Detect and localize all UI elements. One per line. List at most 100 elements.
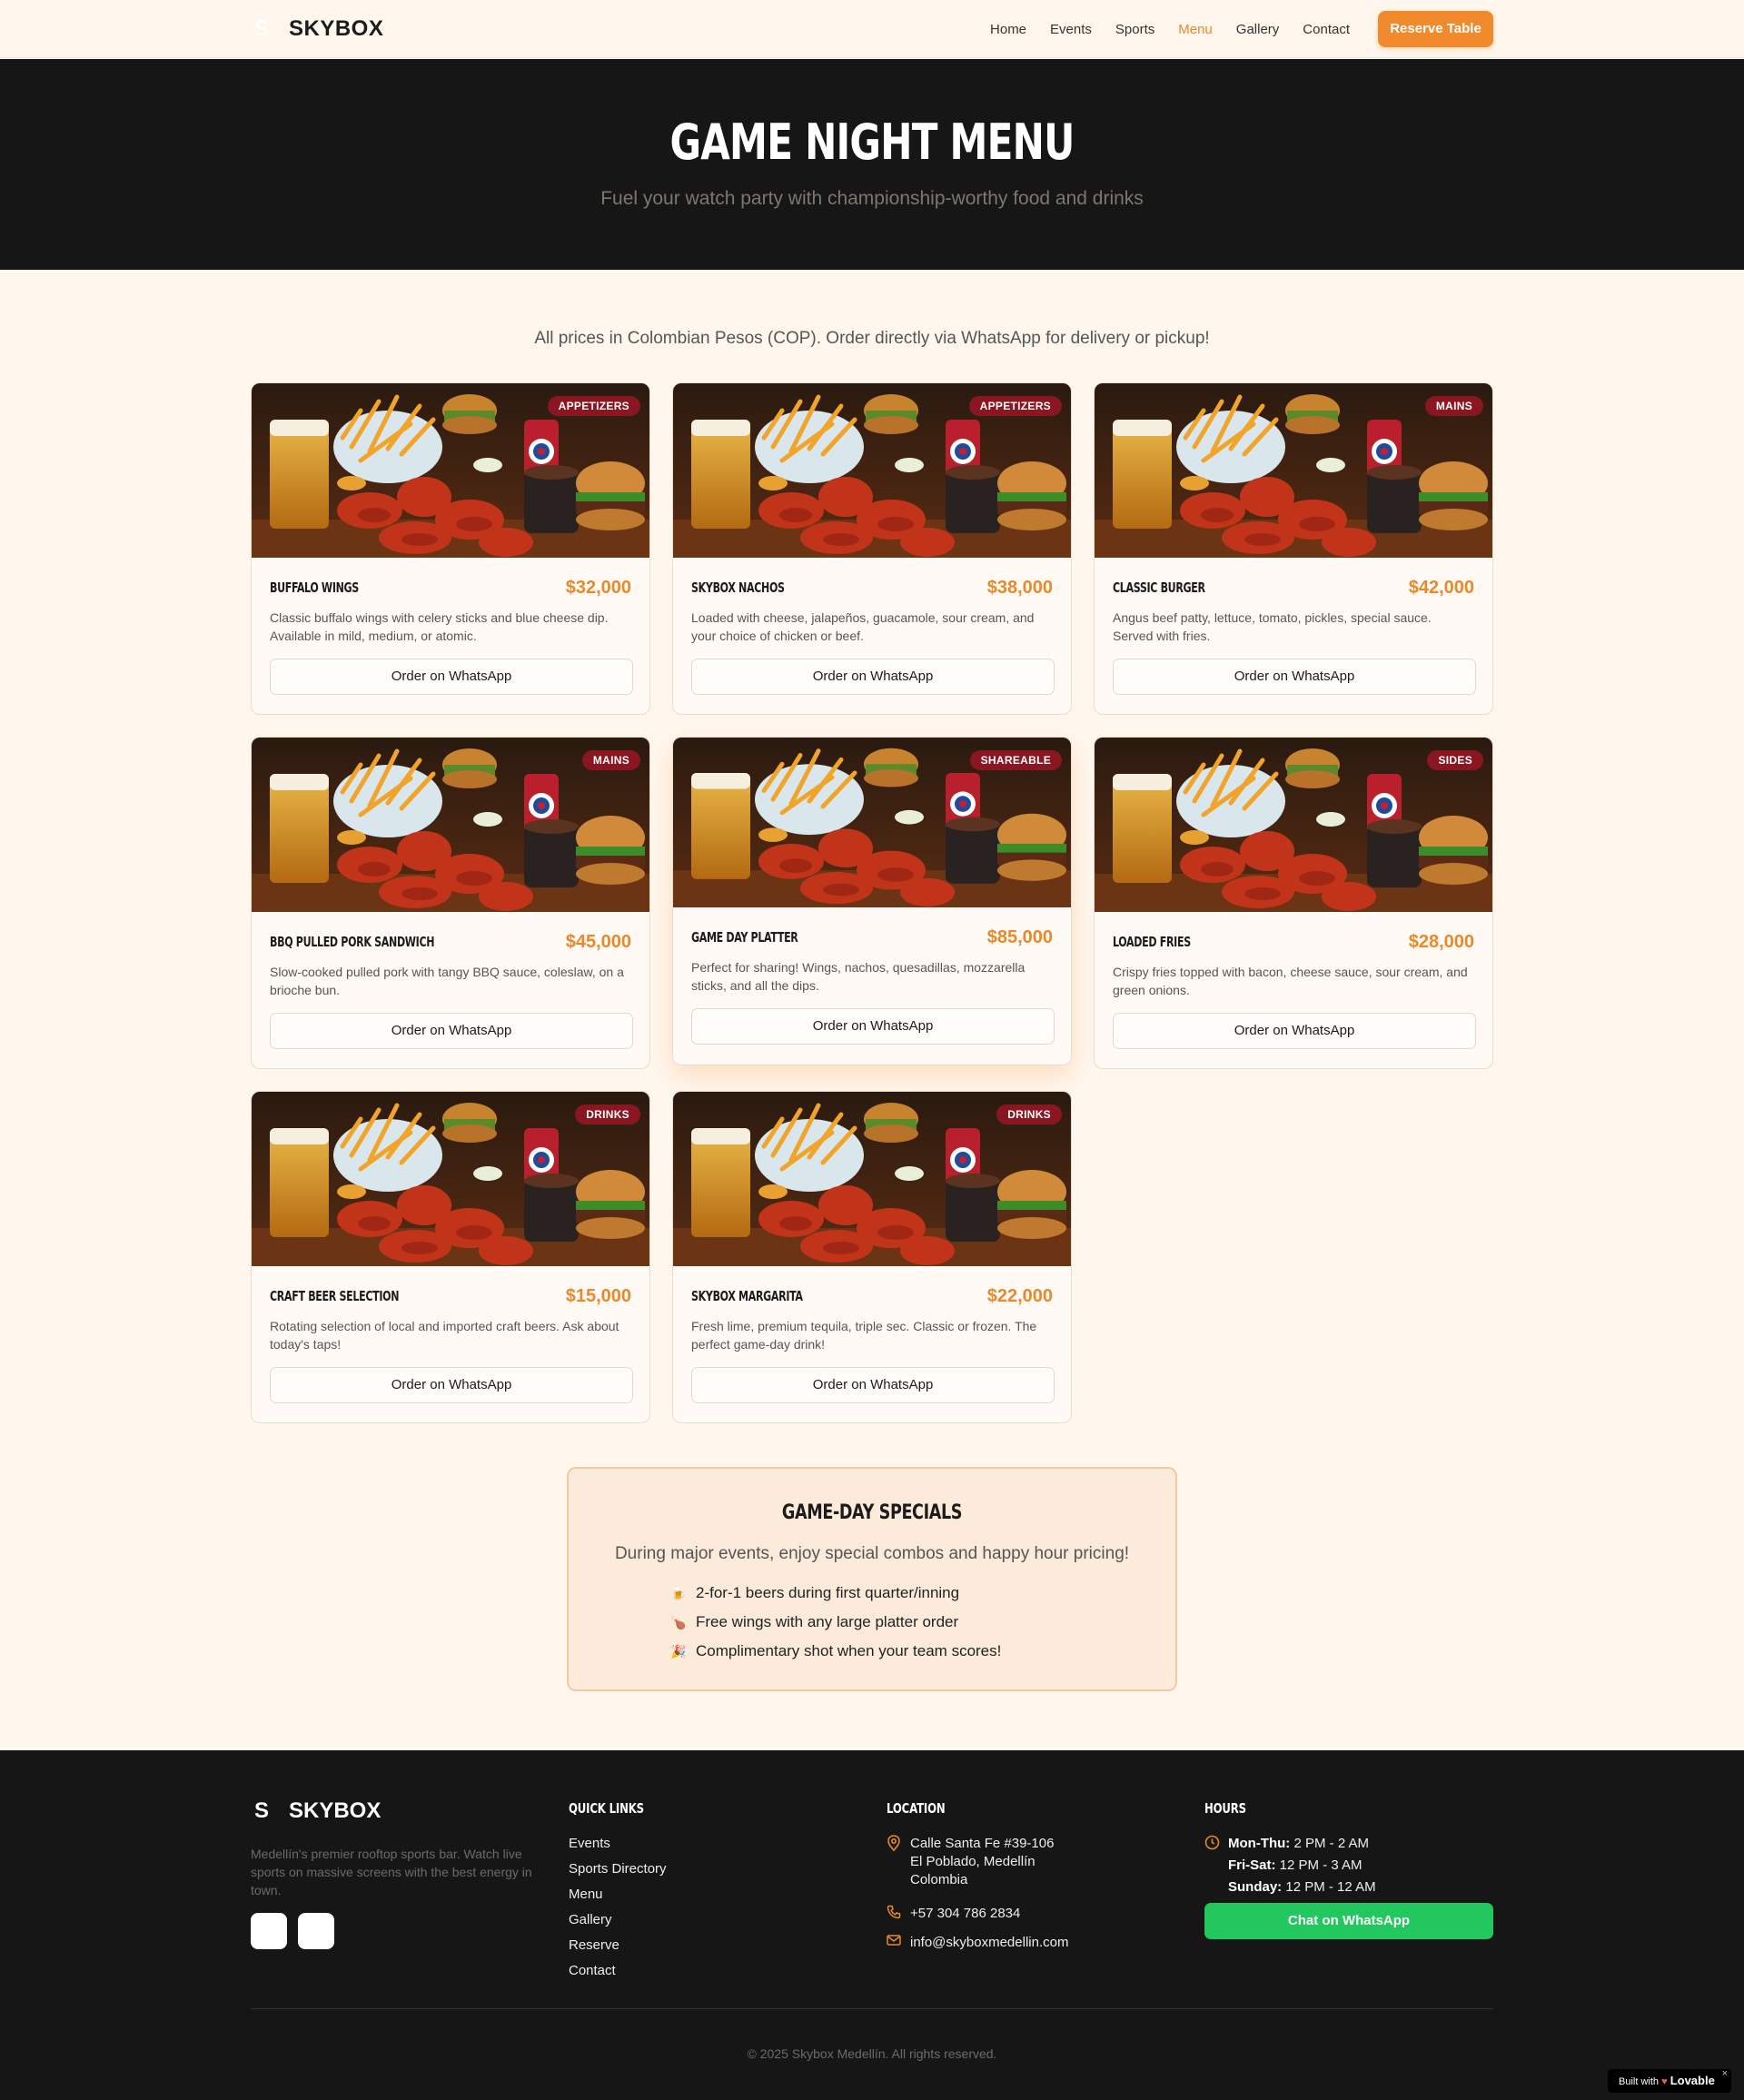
menu-card-image: MAINS: [1095, 383, 1492, 558]
menu-item-description: Angus beef patty, lettuce, tomato, pickl…: [1113, 610, 1432, 643]
hours-time: 12 PM - 3 AM: [1279, 1857, 1362, 1873]
menu-item-price: $85,000: [986, 926, 1053, 947]
hours-day: Sunday:: [1228, 1879, 1283, 1895]
menu-card-image: APPETIZERS: [673, 383, 1071, 558]
specials-title: GAME-DAY SPECIALS: [781, 1501, 963, 1524]
badge-brand: Lovable: [1670, 2074, 1715, 2087]
menu-card: MAINS BBQ PULLED PORK SANDWICH $45,000 S…: [251, 737, 650, 1069]
menu-item-price: $45,000: [565, 931, 631, 952]
page-subtitle: Fuel your watch party with championship-…: [600, 188, 1144, 209]
nav-link-home[interactable]: Home: [990, 22, 1026, 37]
menu-card-image: APPETIZERS: [252, 383, 649, 558]
hours-time: 12 PM - 12 AM: [1285, 1879, 1376, 1895]
order-whatsapp-button[interactable]: Order on WhatsApp: [1113, 659, 1476, 695]
category-badge: SIDES: [1427, 750, 1483, 770]
footer-brand-mark: S: [253, 1798, 269, 1823]
menu-card: SIDES LOADED FRIES $28,000 Crispy fries …: [1094, 737, 1493, 1069]
footer-brand-name: SKYBOX: [289, 1798, 382, 1823]
built-with-lovable-badge[interactable]: Built with ♥ Lovable ×: [1608, 2068, 1731, 2093]
clock-icon: [1204, 1835, 1221, 1898]
brand-name: SKYBOX: [289, 16, 384, 41]
nav-link-gallery[interactable]: Gallery: [1236, 22, 1280, 37]
quick-links: Events Sports Directory Menu Gallery Res…: [569, 1835, 667, 1987]
address-text: Calle Santa Fe #39-106 El Poblado, Medel…: [910, 1836, 1055, 1887]
order-whatsapp-button[interactable]: Order on WhatsApp: [691, 1367, 1055, 1403]
menu-item-price: $32,000: [565, 577, 631, 598]
menu-item-name: SKYBOX NACHOS: [691, 579, 785, 596]
order-whatsapp-button[interactable]: Order on WhatsApp: [270, 1367, 633, 1403]
phone-row[interactable]: +57 304 786 2834: [887, 1905, 1020, 1925]
specials-item: 🍗 Free wings with any large platter order: [670, 1608, 1175, 1637]
menu-item-name: GAME DAY PLATTER: [691, 929, 798, 946]
hours-title: HOURS: [1204, 1800, 1246, 1817]
email-text: info@skyboxmedellin.com: [910, 1935, 1069, 1950]
hours-row: Sunday: 12 PM - 12 AM: [1228, 1877, 1376, 1898]
footer-link-sports-directory[interactable]: Sports Directory: [569, 1860, 667, 1886]
menu-card: DRINKS SKYBOX MARGARITA $22,000 Fresh li…: [672, 1091, 1072, 1423]
quick-links-title: QUICK LINKS: [569, 1800, 644, 1817]
order-whatsapp-button[interactable]: Order on WhatsApp: [691, 659, 1055, 695]
menu-item-price: $42,000: [1408, 577, 1474, 598]
pricing-note: All prices in Colombian Pesos (COP). Ord…: [534, 329, 1210, 348]
drumstick-icon: 🍗: [670, 1615, 687, 1629]
menu-item-description: Crispy fries topped with bacon, cheese s…: [1113, 965, 1468, 997]
footer-link-events[interactable]: Events: [569, 1835, 667, 1860]
menu-item-price: $38,000: [986, 577, 1053, 598]
menu-card: DRINKS CRAFT BEER SELECTION $15,000 Rota…: [251, 1091, 650, 1423]
order-whatsapp-button[interactable]: Order on WhatsApp: [270, 1013, 633, 1049]
menu-item-name: SKYBOX MARGARITA: [691, 1288, 803, 1304]
category-badge: DRINKS: [996, 1104, 1062, 1124]
email-row[interactable]: info@skyboxmedellin.com: [887, 1934, 1068, 1952]
hours-row: Mon-Thu: 2 PM - 2 AM: [1228, 1833, 1376, 1855]
menu-item-description: Classic buffalo wings with celery sticks…: [270, 610, 609, 643]
location-title: LOCATION: [887, 1800, 946, 1817]
social-icon-instagram[interactable]: [251, 1913, 287, 1949]
badge-prefix: Built with: [1619, 2076, 1660, 2087]
menu-item-description: Slow-cooked pulled pork with tangy BBQ s…: [270, 965, 624, 997]
reserve-table-button[interactable]: Reserve Table: [1378, 11, 1493, 47]
nav-link-menu[interactable]: Menu: [1178, 22, 1213, 37]
social-icon-facebook[interactable]: [298, 1913, 334, 1949]
category-badge: APPETIZERS: [968, 396, 1062, 416]
close-icon[interactable]: ×: [1722, 2062, 1728, 2085]
brand-logo[interactable]: S SKYBOX: [251, 16, 383, 42]
menu-card-image: DRINKS: [673, 1092, 1071, 1266]
game-day-specials: GAME-DAY SPECIALS During major events, e…: [567, 1467, 1177, 1691]
map-pin-icon: [887, 1835, 903, 1889]
nav-link-events[interactable]: Events: [1050, 22, 1092, 37]
category-badge: APPETIZERS: [547, 396, 640, 416]
order-whatsapp-button[interactable]: Order on WhatsApp: [1113, 1013, 1476, 1049]
nav-link-contact[interactable]: Contact: [1303, 22, 1350, 37]
menu-item-description: Fresh lime, premium tequila, triple sec.…: [691, 1319, 1037, 1352]
chat-whatsapp-button[interactable]: Chat on WhatsApp: [1204, 1903, 1493, 1939]
hours-block: Mon-Thu: 2 PM - 2 AM Fri-Sat: 12 PM - 3 …: [1204, 1835, 1376, 1898]
specials-item: 🎉 Complimentary shot when your team score…: [670, 1637, 1175, 1666]
footer-link-menu[interactable]: Menu: [569, 1886, 667, 1911]
footer-link-contact[interactable]: Contact: [569, 1962, 667, 1987]
menu-item-description: Perfect for sharing! Wings, nachos, ques…: [691, 960, 1026, 993]
brand-mark: S: [253, 16, 269, 41]
menu-item-name: BUFFALO WINGS: [270, 579, 359, 596]
menu-card: SHAREABLE GAME DAY PLATTER $85,000 Perfe…: [672, 737, 1072, 1065]
menu-card-image: SHAREABLE: [673, 738, 1071, 907]
hours-row: Fri-Sat: 12 PM - 3 AM: [1228, 1855, 1376, 1877]
menu-item-price: $22,000: [986, 1285, 1053, 1306]
specials-item-text: 2-for-1 beers during first quarter/innin…: [696, 1584, 960, 1601]
menu-item-name: CRAFT BEER SELECTION: [270, 1288, 400, 1304]
footer-link-reserve[interactable]: Reserve: [569, 1937, 667, 1962]
hours-day: Fri-Sat:: [1228, 1857, 1276, 1873]
hero-banner: GAME NIGHT MENU Fuel your watch party wi…: [0, 59, 1744, 270]
specials-item: 🍺 2-for-1 beers during first quarter/inni…: [670, 1579, 1175, 1608]
address-row: Calle Santa Fe #39-106 El Poblado, Medel…: [887, 1835, 1055, 1889]
mail-icon: [887, 1934, 903, 1952]
footer-link-gallery[interactable]: Gallery: [569, 1911, 667, 1937]
copyright: © 2025 Skybox Medellín. All rights reser…: [747, 2046, 997, 2061]
phone-text: +57 304 786 2834: [910, 1906, 1021, 1921]
menu-card-image: SIDES: [1095, 738, 1492, 912]
nav-link-sports[interactable]: Sports: [1115, 22, 1154, 37]
menu-card-image: DRINKS: [252, 1092, 649, 1266]
order-whatsapp-button[interactable]: Order on WhatsApp: [270, 659, 633, 695]
order-whatsapp-button[interactable]: Order on WhatsApp: [691, 1008, 1055, 1045]
category-badge: SHAREABLE: [969, 750, 1062, 770]
footer-brand[interactable]: S SKYBOX: [251, 1798, 381, 1824]
